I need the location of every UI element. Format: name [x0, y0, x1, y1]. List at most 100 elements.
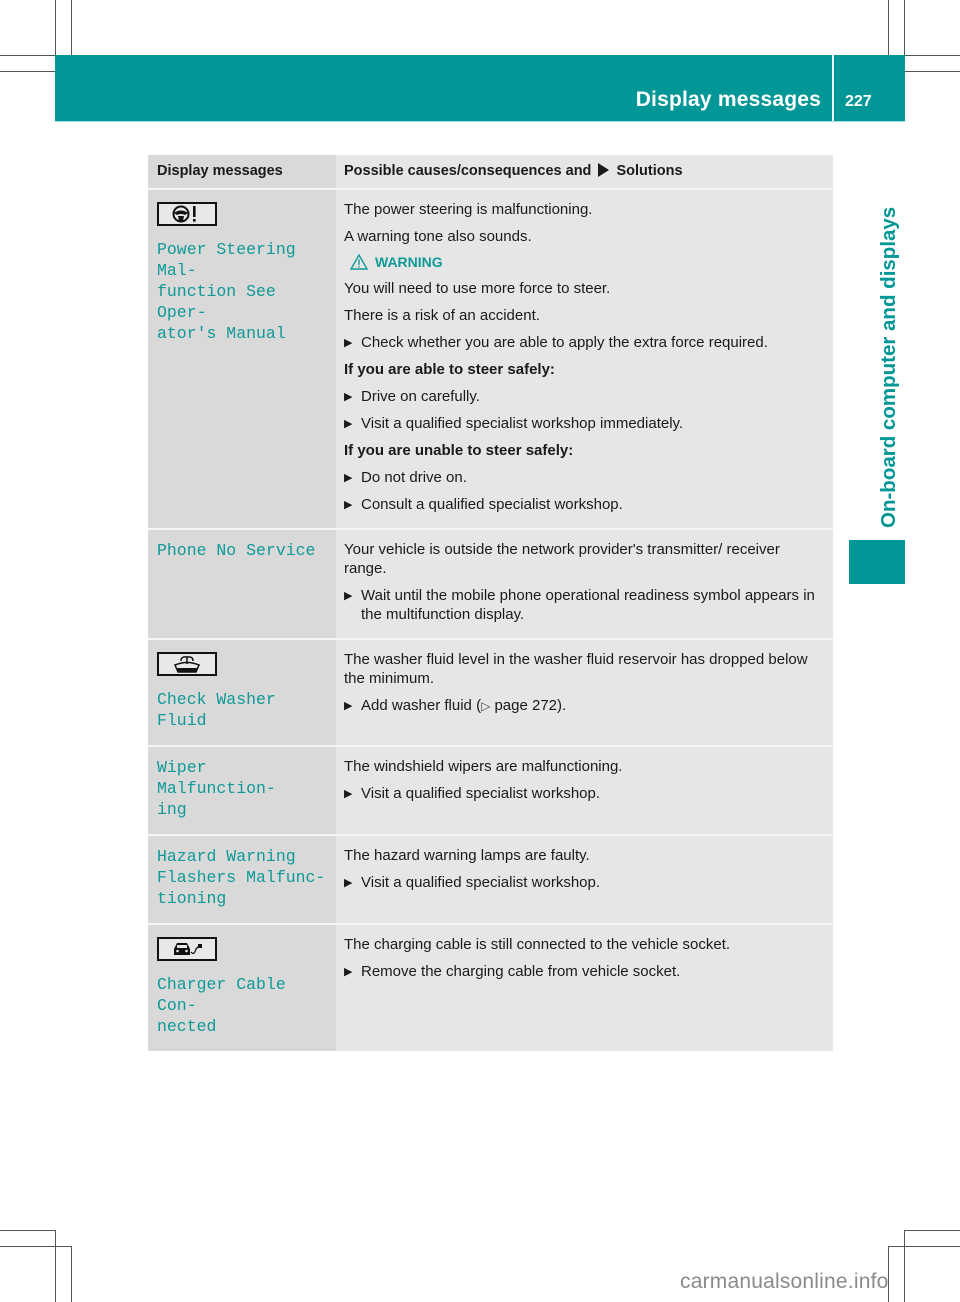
crop-mark — [904, 1230, 905, 1302]
solution-step: ▶ Wait until the mobile phone operational… — [344, 586, 823, 624]
washer-fluid-icon — [157, 652, 217, 676]
solution-step: ▶ Consult a qualified specialist workshop… — [344, 495, 823, 514]
step-text: Visit a qualified specialist workshop. — [361, 874, 601, 891]
message-cell: Charger Cable Con- nected — [148, 923, 336, 1051]
step-arrow-icon: ▶ — [344, 418, 353, 430]
solution-step: ▶ Drive on carefully. — [344, 387, 823, 406]
step-text: Drive on carefully. — [361, 388, 480, 405]
step-arrow-icon: ▶ — [344, 472, 353, 484]
page-header: Display messages 227 — [55, 55, 905, 122]
table-header-row: Display messages Possible causes/consequ… — [148, 155, 833, 189]
solution-step: ▶ Check whether you are able to apply the… — [344, 333, 823, 352]
crop-mark — [0, 71, 55, 72]
solution-arrow-icon — [598, 163, 610, 177]
message-cell: Hazard Warning Flashers Malfunc- tioning — [148, 834, 336, 924]
step-arrow-icon: ▶ — [344, 877, 353, 889]
header-causes-text: Possible causes/consequences and — [344, 163, 592, 179]
chapter-side-label: On-board computer and displays — [857, 168, 900, 528]
step-arrow-icon: ▶ — [344, 590, 353, 602]
cause-text: The hazard warning lamps are faulty. — [344, 847, 590, 864]
description-cell: The washer fluid level in the washer flu… — [336, 638, 833, 746]
warning-triangle-icon — [350, 254, 368, 270]
step-text: Do not drive on. — [361, 469, 467, 486]
step-arrow-icon: ▶ — [344, 337, 353, 349]
crop-mark — [71, 1246, 72, 1302]
consequence-text: You will need to use more force to steer… — [344, 280, 611, 297]
crop-mark — [904, 0, 905, 55]
crop-mark — [905, 55, 960, 56]
message-cell: Check Washer Fluid — [148, 638, 336, 746]
crop-mark — [904, 1230, 960, 1231]
description-cell: The power steering is malfunctioning. A … — [336, 188, 833, 529]
table-row: Check Washer Fluid The washer fluid leve… — [148, 638, 833, 746]
condition-heading: If you are able to steer safely: — [344, 361, 555, 378]
page-reference-link[interactable]: page 272). — [490, 697, 566, 714]
cause-text: The windshield wipers are malfunctioning… — [344, 758, 623, 775]
section-title: Display messages — [635, 88, 821, 111]
step-text: Remove the charging cable from vehicle s… — [361, 963, 681, 980]
cause-text: A warning tone also sounds. — [344, 228, 532, 245]
display-message-text: Check Washer Fluid — [157, 690, 276, 730]
step-text: Consult a qualified specialist workshop. — [361, 496, 623, 513]
cause-text: The charging cable is still connected to… — [344, 936, 731, 953]
display-messages-table: Display messages Possible causes/consequ… — [148, 155, 833, 1051]
table-row: Power Steering Mal- function See Oper- a… — [148, 188, 833, 529]
charger-cable-icon — [157, 937, 217, 961]
message-cell: Wiper Malfunction- ing — [148, 745, 336, 835]
crop-mark — [55, 1230, 56, 1302]
condition-heading: If you are unable to steer safely: — [344, 442, 574, 459]
solution-step: ▶ Remove the charging cable from vehicle … — [344, 962, 823, 981]
table-row: Wiper Malfunction- ing The windshield wi… — [148, 745, 833, 835]
crop-mark — [0, 55, 55, 56]
crop-mark — [905, 71, 960, 72]
step-arrow-icon: ▶ — [344, 788, 353, 800]
cause-text: The power steering is malfunctioning. — [344, 201, 593, 218]
step-arrow-icon: ▶ — [344, 700, 353, 712]
step-arrow-icon: ▶ — [344, 499, 353, 511]
step-arrow-icon: ▶ — [344, 966, 353, 978]
chapter-label-text: On-board computer and displays — [877, 206, 900, 528]
description-cell: The windshield wipers are malfunctioning… — [336, 745, 833, 835]
step-arrow-icon: ▶ — [344, 391, 353, 403]
page-reference-icon: ▷ — [481, 699, 491, 713]
header-divider — [832, 55, 834, 121]
cause-text: The washer fluid level in the washer flu… — [344, 651, 808, 687]
step-text: Wait until the mobile phone operational … — [361, 587, 815, 623]
cause-text: Your vehicle is outside the network prov… — [344, 541, 780, 577]
display-message-text: Power Steering Mal- function See Oper- a… — [157, 240, 296, 343]
page-number: 227 — [845, 93, 872, 110]
display-message-text: Wiper Malfunction- ing — [157, 758, 276, 819]
step-text: Check whether you are able to apply the … — [361, 334, 768, 351]
crop-mark — [55, 0, 56, 55]
solution-step: ▶ Visit a qualified specialist workshop. — [344, 873, 823, 892]
warning-notice: WARNING — [350, 254, 823, 270]
table-row: Phone No Service Your vehicle is outside… — [148, 528, 833, 639]
display-message-text: Charger Cable Con- nected — [157, 975, 286, 1036]
step-text: Add washer fluid ( — [361, 697, 482, 714]
display-message-text: Hazard Warning Flashers Malfunc- tioning — [157, 847, 326, 908]
table-row: Charger Cable Con- nected The charging c… — [148, 923, 833, 1051]
step-text: Visit a qualified specialist workshop. — [361, 785, 601, 802]
message-cell: Phone No Service — [148, 528, 336, 639]
column-header-display-messages: Display messages — [148, 155, 336, 189]
crop-mark — [71, 0, 72, 55]
consequence-text: There is a risk of an accident. — [344, 307, 540, 324]
warning-label: WARNING — [375, 254, 443, 270]
power-steering-warning-icon — [157, 202, 217, 226]
table-row: Hazard Warning Flashers Malfunc- tioning… — [148, 834, 833, 924]
crop-mark — [888, 1246, 960, 1247]
display-message-text: Phone No Service — [157, 541, 316, 560]
step-text: Visit a qualified specialist workshop im… — [361, 415, 684, 432]
solution-step: ▶ Add washer fluid (▷ page 272). — [344, 696, 823, 716]
watermark: carmanualsonline.info — [680, 1270, 889, 1293]
crop-mark — [888, 0, 889, 55]
solution-step: ▶ Visit a qualified specialist workshop. — [344, 784, 823, 803]
chapter-tab-marker — [849, 540, 905, 584]
column-header-causes-solutions: Possible causes/consequences and Solutio… — [336, 155, 833, 189]
header-solutions-text: Solutions — [616, 163, 683, 179]
crop-mark — [0, 1246, 71, 1247]
crop-mark — [0, 1230, 55, 1231]
description-cell: The charging cable is still connected to… — [336, 923, 833, 1051]
solution-step: ▶ Visit a qualified specialist workshop i… — [344, 414, 823, 433]
description-cell: Your vehicle is outside the network prov… — [336, 528, 833, 639]
